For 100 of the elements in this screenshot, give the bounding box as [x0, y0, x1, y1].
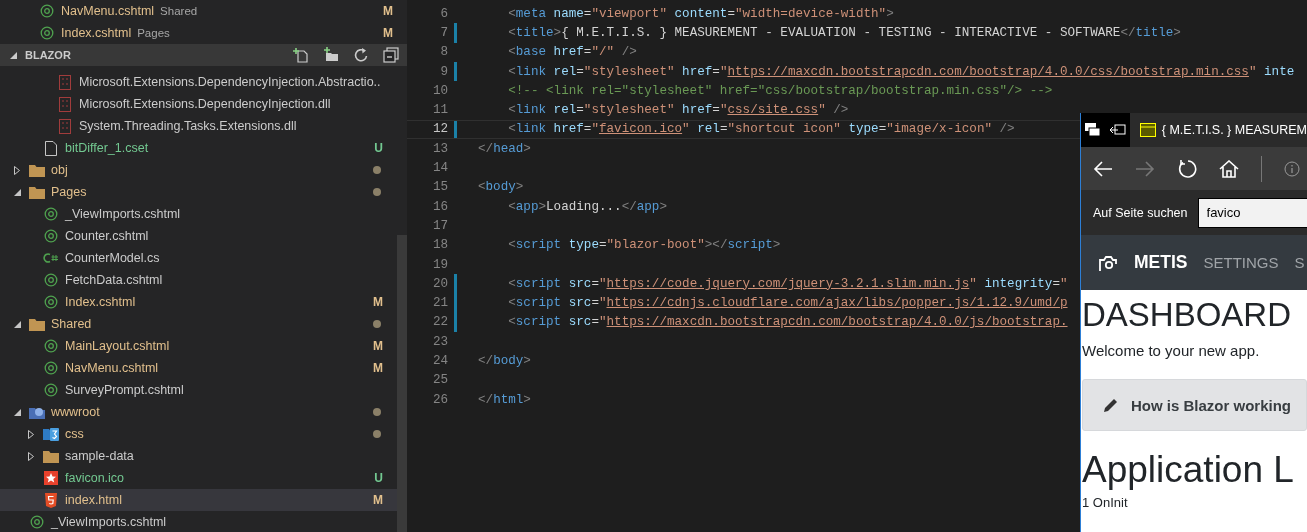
tree-item[interactable]: Counter.cshtml — [0, 225, 397, 247]
refresh-icon[interactable] — [353, 47, 369, 63]
file-name: sample-data — [65, 449, 134, 463]
binary-file-icon — [59, 118, 71, 134]
file-name: FetchData.cshtml — [65, 273, 163, 287]
nav-link[interactable]: SETTINGS — [1203, 254, 1279, 271]
line-number: 14 — [431, 161, 448, 175]
tree-item[interactable]: index.html M — [0, 489, 397, 511]
line-number: 22 — [431, 315, 448, 330]
css-folder-icon — [43, 427, 59, 441]
file-name: SurveyPrompt.cshtml — [65, 383, 184, 397]
code-line: <link rel="stylesheet" href="https://maxcdn.bootstrapcdn.com/bootstrap/4.0.0/css/bootstrap.min.css" inte — [507, 64, 1295, 79]
collapse-all-icon[interactable] — [383, 47, 399, 63]
tree-item[interactable]: _ViewImports.cshtml — [0, 203, 397, 225]
brand-link[interactable]: METIS — [1134, 252, 1188, 273]
section-heading: Application L — [1082, 448, 1295, 492]
info-icon[interactable] — [1284, 160, 1300, 177]
tree-item[interactable]: MainLayout.cshtml M — [0, 335, 397, 357]
file-name: Counter.cshtml — [65, 229, 149, 243]
tree-item[interactable]: Microsoft.Extensions.DependencyInjection.Abstractio.. — [0, 71, 397, 93]
line-number: 17 — [431, 218, 448, 233]
binary-file-icon — [59, 96, 71, 112]
file-name: MainLayout.cshtml — [65, 339, 170, 353]
code-line: <script src="https://code.jquery.com/jquery-3.2.1.slim.min.js" integrity=" — [507, 276, 1068, 291]
home-icon[interactable] — [1219, 159, 1239, 178]
line-number: 15 — [431, 180, 448, 195]
tree-item[interactable]: Shared — [0, 313, 397, 335]
line-number: 25 — [431, 373, 448, 388]
line-number: 9 — [439, 64, 448, 79]
line-number: 26 — [431, 392, 448, 407]
tree-item[interactable]: favicon.ico U — [0, 467, 397, 489]
pencil-icon — [1103, 397, 1119, 413]
tree-item[interactable]: FetchData.cshtml — [0, 269, 397, 291]
new-folder-icon[interactable] — [323, 47, 339, 63]
globe-folder-icon — [29, 405, 45, 419]
file-name: obj — [51, 163, 68, 177]
file-name: wwwroot — [51, 405, 100, 419]
tree-item[interactable]: css — [0, 423, 397, 445]
line-number: 6 — [439, 6, 448, 21]
scrollbar[interactable] — [397, 235, 407, 532]
line-number: 21 — [431, 296, 448, 311]
new-file-icon[interactable] — [293, 47, 309, 63]
tree-item[interactable]: bitDiffer_1.cset U — [0, 137, 397, 159]
nav-link[interactable]: S — [1294, 254, 1305, 271]
tree-item[interactable]: wwwroot — [0, 401, 397, 423]
tree-item[interactable]: CounterModel.cs — [0, 247, 397, 269]
tree-item[interactable]: SurveyPrompt.cshtml — [0, 379, 397, 401]
folder-icon — [29, 163, 45, 177]
file-name: Index.cshtml — [65, 295, 136, 309]
section-header[interactable]: BLAZOR — [0, 44, 407, 66]
tree-item[interactable]: obj — [0, 159, 397, 181]
tabs-stack-icon[interactable] — [1085, 123, 1102, 137]
open-editor-item[interactable]: Index.cshtml Pages M — [0, 22, 407, 44]
code-line: <body> — [478, 180, 524, 195]
git-status: M — [373, 339, 383, 353]
page-icon — [1139, 123, 1156, 137]
file-name: NavMenu.cshtml — [65, 361, 159, 375]
html-shield-icon — [45, 492, 57, 508]
line-number: 19 — [431, 257, 448, 272]
tree-item[interactable]: System.Threading.Tasks.Extensions.dll — [0, 115, 397, 137]
code-line: <link rel="stylesheet" href="css/site.css" /> — [507, 103, 849, 118]
file-name: _ViewImports.cshtml — [51, 515, 167, 529]
line-number: 11 — [431, 103, 448, 118]
at-sign-icon — [44, 229, 58, 243]
tree-item[interactable]: sample-data — [0, 445, 397, 467]
file-name: Shared — [51, 317, 92, 331]
code-line: <title>{ M.E.T.I.S. } MEASUREMENT - EVALUATION - TESTING - INTERACTIVE - SOFTWARE</title> — [507, 25, 1181, 40]
line-number: 16 — [431, 199, 448, 214]
line-number: 13 — [431, 141, 448, 156]
at-sign-icon — [40, 4, 54, 18]
at-sign-icon — [44, 207, 58, 221]
tree-item[interactable]: Microsoft.Extensions.DependencyInjection.dll — [0, 93, 397, 115]
find-field[interactable]: favico — [1197, 197, 1307, 228]
c-sharp-icon — [43, 252, 59, 264]
code-line: <base href="/" /> — [507, 45, 637, 60]
tree-item[interactable]: NavMenu.cshtml M — [0, 357, 397, 379]
git-status: U — [374, 141, 383, 155]
refresh-icon[interactable] — [1177, 158, 1197, 179]
code-line: <script src="https://cdnjs.cloudflare.com/ajax/libs/popper.js/1.12.9/umd/p — [507, 296, 1068, 311]
at-sign-icon — [40, 26, 54, 40]
tree-item[interactable]: _ViewImports.cshtml — [0, 511, 397, 532]
at-sign-icon — [44, 273, 58, 287]
back-arrow-icon[interactable] — [1093, 160, 1113, 177]
page-heading: DASHBOARD — [1082, 295, 1293, 335]
code-line: </head> — [478, 141, 531, 156]
at-sign-icon — [44, 295, 58, 309]
tree-item[interactable]: Index.cshtml M — [0, 291, 397, 313]
welcome-text: Welcome to your new app. — [1082, 342, 1261, 359]
file-name: System.Threading.Tasks.Extensions.dll — [79, 119, 297, 133]
open-editor-item[interactable]: NavMenu.cshtml Shared M — [0, 0, 407, 22]
find-label: Auf Seite suchen — [1093, 205, 1188, 220]
code-line: </html> — [478, 392, 531, 407]
set-aside-icon[interactable] — [1109, 124, 1126, 136]
at-sign-icon — [44, 383, 58, 397]
line-number: 23 — [431, 334, 448, 349]
code-line: <link href="favicon.ico" rel="shortcut icon" type="image/x-icon" /> — [507, 122, 1015, 137]
line-number: 7 — [439, 25, 448, 40]
forward-arrow-icon[interactable] — [1135, 160, 1155, 177]
tree-item[interactable]: Pages — [0, 181, 397, 203]
file-name: Microsoft.Extensions.DependencyInjection.Abstractio.. — [79, 75, 381, 89]
